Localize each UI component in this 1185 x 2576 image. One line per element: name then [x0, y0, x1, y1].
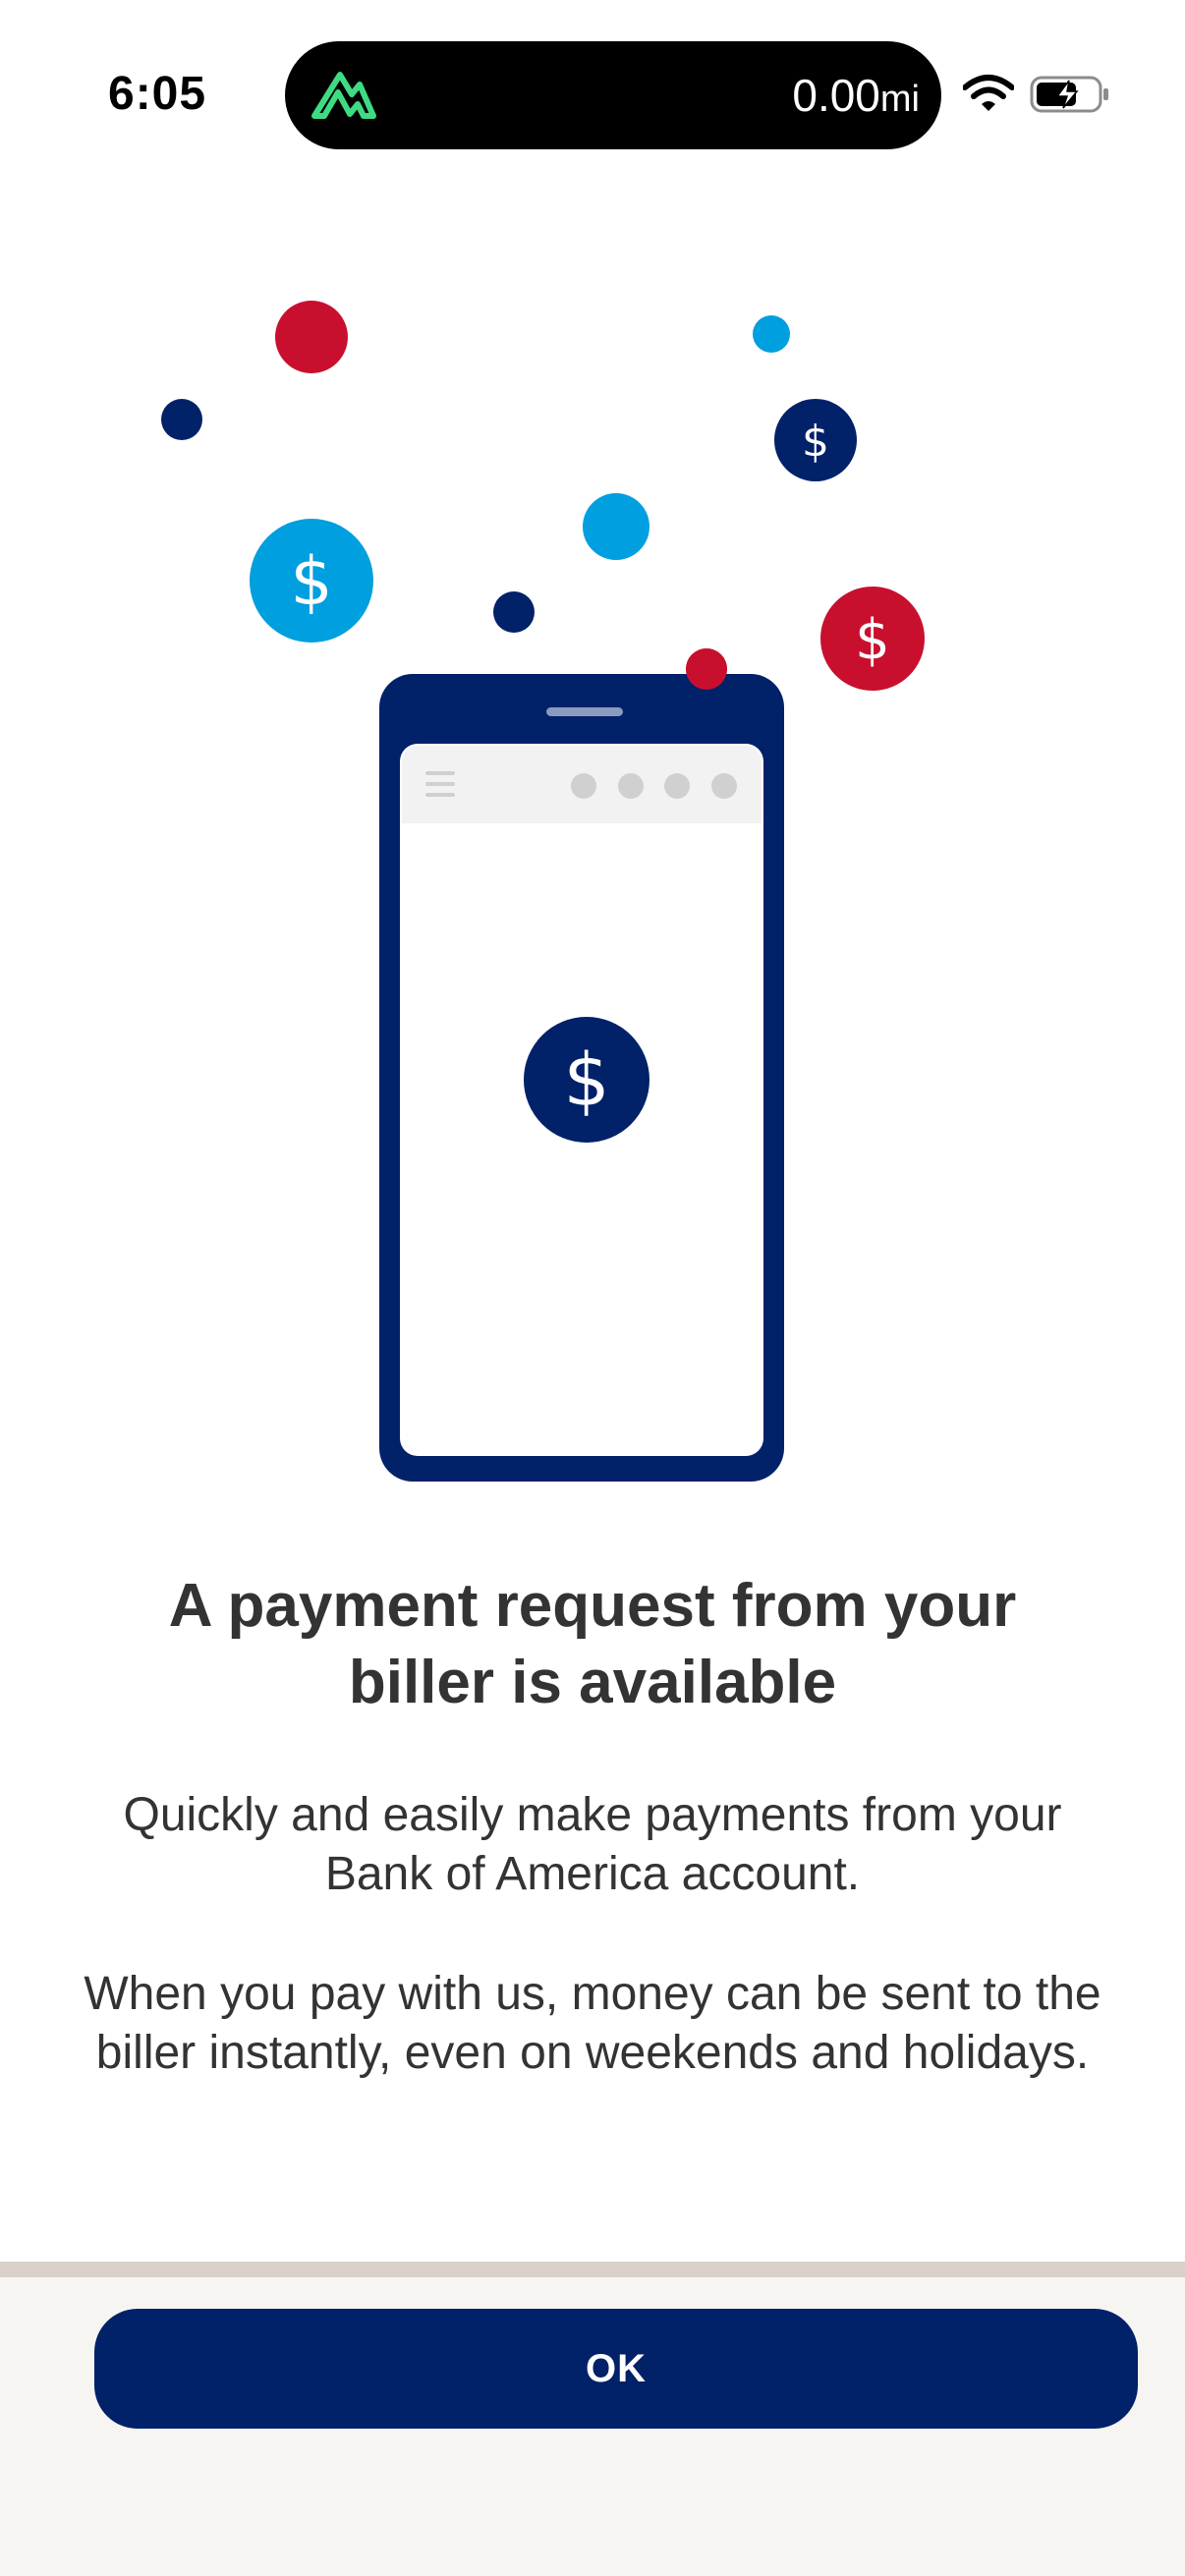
dollar-coin-icon: $ — [774, 399, 857, 481]
status-bar: 6:05 0.00mi — [0, 0, 1185, 167]
wifi-icon — [963, 75, 1014, 111]
description-paragraph: When you pay with us, money can be sent … — [84, 1968, 1101, 2079]
distance-readout: 0.00mi — [792, 69, 920, 122]
svg-text:$: $ — [802, 417, 829, 467]
distance-unit: mi — [879, 79, 920, 120]
pagination-dot — [664, 773, 690, 799]
floating-dot — [493, 591, 535, 633]
battery-charging-icon — [1030, 76, 1108, 113]
svg-text:$: $ — [855, 608, 890, 672]
illustration-svg: $ $ $ $ — [161, 301, 925, 1482]
mountain-logo-icon — [311, 72, 376, 119]
ok-button[interactable]: OK — [94, 2309, 1138, 2429]
pagination-dot — [571, 773, 596, 799]
hamburger-menu-icon — [425, 771, 455, 797]
description-paragraph: Quickly and easily make payments from yo… — [123, 1789, 1062, 1900]
svg-text:$: $ — [563, 1038, 609, 1123]
svg-text:$: $ — [290, 543, 332, 621]
dollar-coin-icon: $ — [250, 519, 373, 643]
phone-illustration: $ — [379, 674, 784, 1482]
pagination-dot — [711, 773, 737, 799]
floating-dot — [161, 399, 202, 440]
dollar-coin-icon: $ — [820, 587, 925, 691]
footer-divider — [0, 2262, 1185, 2277]
status-time: 6:05 — [108, 68, 207, 120]
pagination-dot — [618, 773, 644, 799]
floating-dot — [753, 315, 790, 353]
dynamic-island[interactable]: 0.00mi — [285, 41, 941, 149]
dollar-icon: $ — [524, 1017, 649, 1143]
floating-dot — [583, 493, 649, 560]
floating-dot — [686, 648, 727, 690]
page-title: A payment request from your biller is av… — [168, 1572, 1017, 1716]
distance-value: 0.00 — [792, 70, 880, 121]
payment-illustration: $ $ $ $ — [0, 265, 1185, 1493]
floating-dot — [275, 301, 348, 373]
